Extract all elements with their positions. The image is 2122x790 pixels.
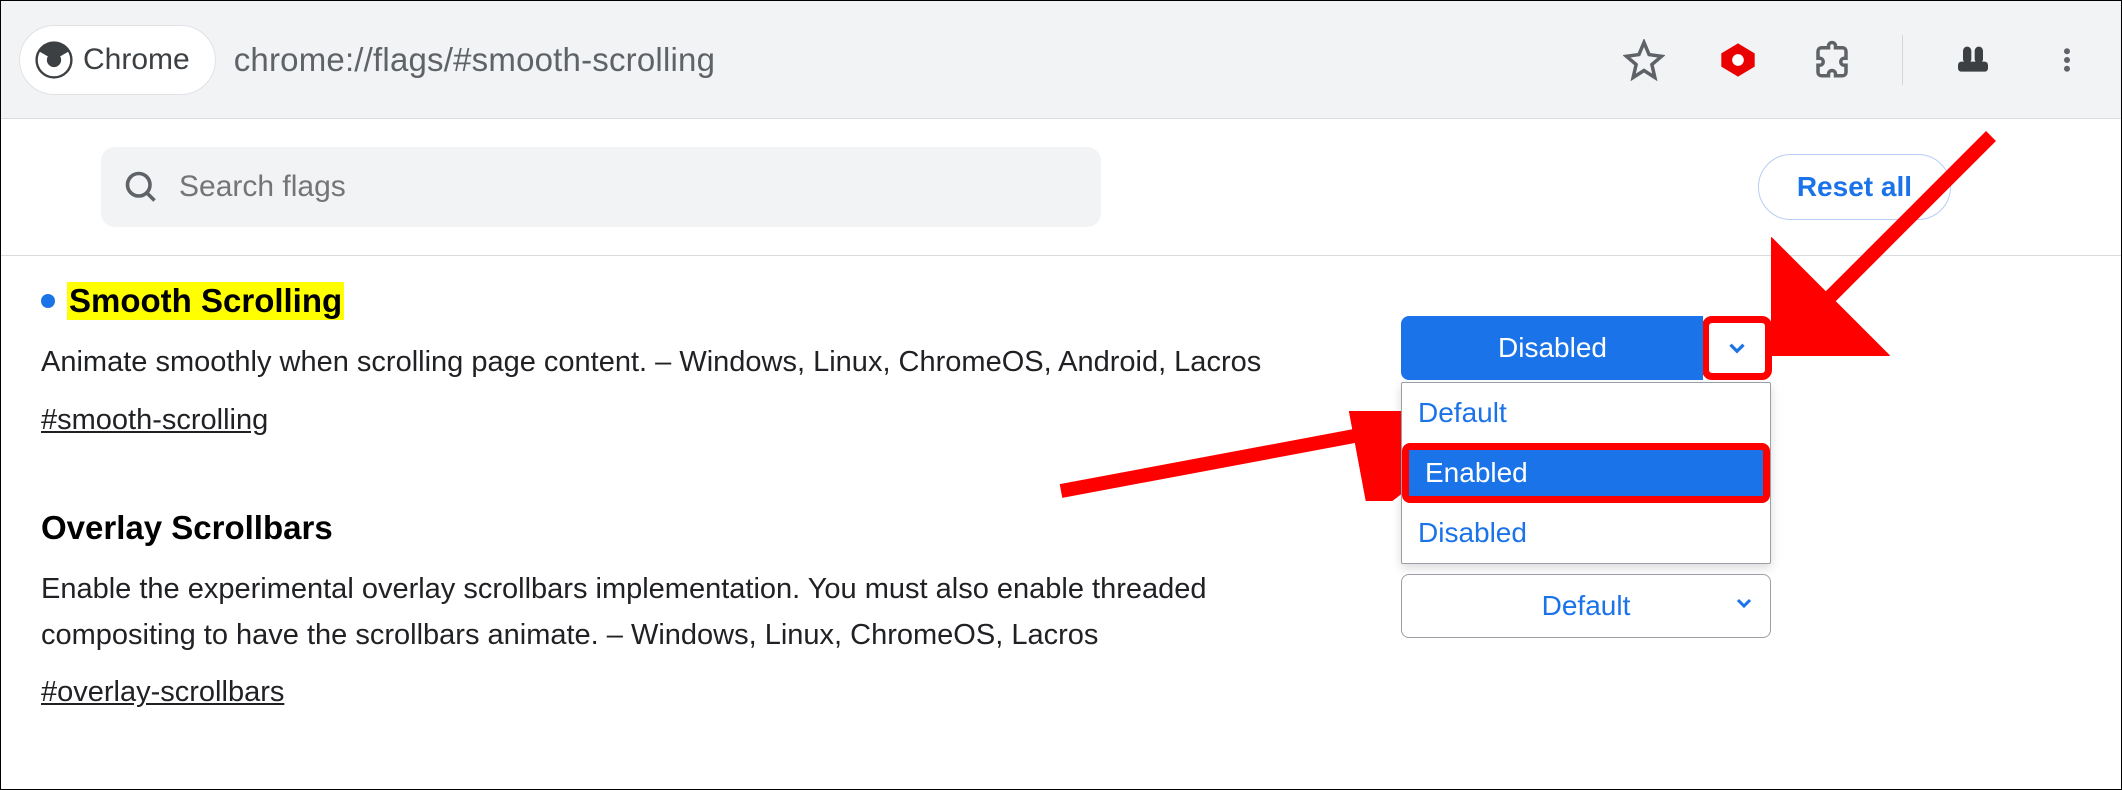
extensions-puzzle-icon[interactable] bbox=[1806, 34, 1858, 86]
chevron-down-icon bbox=[1732, 590, 1756, 622]
site-chip-label: Chrome bbox=[83, 43, 190, 77]
flags-content: Smooth Scrolling Animate smoothly when s… bbox=[1, 256, 2121, 709]
flag-hash-link[interactable]: #overlay-scrollbars bbox=[41, 676, 284, 709]
omnibox-url[interactable]: chrome://flags/#smooth-scrolling bbox=[234, 41, 715, 79]
chrome-logo-icon bbox=[35, 41, 73, 79]
site-chip[interactable]: Chrome bbox=[19, 25, 216, 95]
flag-select-button[interactable]: Disabled bbox=[1401, 316, 1703, 380]
search-flags-input[interactable] bbox=[179, 170, 1079, 204]
option-enabled[interactable]: Enabled bbox=[1402, 443, 1770, 503]
flag-title: Overlay Scrollbars bbox=[41, 509, 333, 546]
addressbar-actions bbox=[1618, 1, 2093, 118]
address-bar: Chrome chrome://flags/#smooth-scrolling bbox=[1, 1, 2121, 119]
bookmark-star-icon[interactable] bbox=[1618, 34, 1670, 86]
overlay-scrollbars-select[interactable]: Default bbox=[1401, 574, 1771, 638]
profile-avatar-icon[interactable] bbox=[1947, 34, 1999, 86]
option-disabled[interactable]: Disabled bbox=[1402, 503, 1770, 563]
flag-hash-link[interactable]: #smooth-scrolling bbox=[41, 404, 268, 437]
flag-select-value: Disabled bbox=[1498, 332, 1607, 364]
smooth-scrolling-select: Disabled Default Enabled Disabled bbox=[1401, 316, 1772, 564]
flag-title: Smooth Scrolling bbox=[67, 282, 344, 320]
flag-description: Animate smoothly when scrolling page con… bbox=[41, 340, 1271, 386]
flag-description: Enable the experimental overlay scrollba… bbox=[41, 567, 1271, 659]
option-default[interactable]: Default bbox=[1402, 383, 1770, 443]
toolbar-separator bbox=[1902, 35, 1903, 85]
flag-select-chevron-highlighted[interactable] bbox=[1702, 316, 1772, 380]
chevron-down-icon bbox=[1724, 335, 1750, 361]
extension-red-icon[interactable] bbox=[1712, 34, 1764, 86]
annotation-arrow-1 bbox=[1771, 126, 2001, 356]
chrome-menu-icon[interactable] bbox=[2041, 34, 2093, 86]
search-icon bbox=[123, 169, 159, 205]
flag-select-value: Default bbox=[1542, 590, 1631, 622]
annotation-arrow-2 bbox=[1051, 411, 1401, 501]
modified-flag-dot bbox=[41, 294, 55, 308]
search-flags-box[interactable] bbox=[101, 147, 1101, 227]
flag-select-dropdown: Default Enabled Disabled bbox=[1401, 382, 1771, 564]
